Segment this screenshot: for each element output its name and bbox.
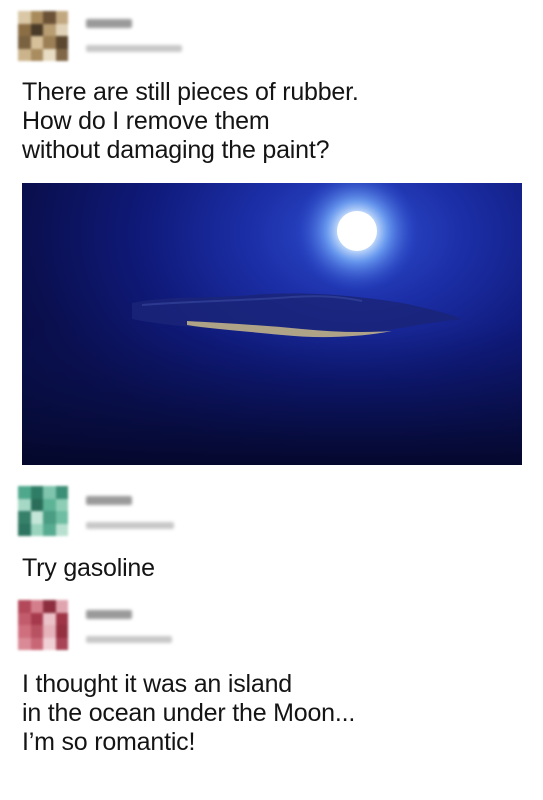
blurred-author-meta[interactable] <box>78 486 198 536</box>
avatar-pixel <box>55 600 68 613</box>
avatar-pixel <box>30 523 44 536</box>
post-question: There are still pieces of rubber. How do… <box>0 0 543 470</box>
moon <box>337 211 377 251</box>
avatar-pixel <box>43 36 56 49</box>
avatar-pixel <box>43 612 56 626</box>
comment-header <box>18 486 218 536</box>
avatar-pixel <box>55 23 68 37</box>
avatar-pixel <box>18 36 31 49</box>
avatar-pixel <box>30 612 44 626</box>
avatar-pixel <box>55 11 68 24</box>
avatar-pixel <box>18 637 31 650</box>
avatar-pixel <box>55 637 68 650</box>
author-name <box>86 19 132 28</box>
avatar-pixel <box>30 637 44 650</box>
post-reply-gasoline: Try gasoline <box>0 470 543 590</box>
avatar-pixel <box>43 11 56 24</box>
comment-date <box>86 522 174 529</box>
avatar-pixel <box>55 523 68 536</box>
avatar-pixel <box>18 612 31 626</box>
comment-date <box>86 636 172 643</box>
avatar-pixel <box>30 48 44 61</box>
avatar-pixel <box>30 23 44 37</box>
comment-text: Try gasoline <box>22 554 155 582</box>
avatar-pixel <box>43 486 56 499</box>
post-reply-romantic: I thought it was an island in the ocean … <box>0 590 543 800</box>
avatar-pixel <box>43 511 56 524</box>
author-name <box>86 496 132 505</box>
avatar-pixel <box>55 486 68 499</box>
avatar-pixel <box>18 11 31 24</box>
blurred-author-meta[interactable] <box>78 11 198 61</box>
avatar-pixel <box>18 23 31 37</box>
avatar-pixel <box>18 523 31 536</box>
avatar-pixel <box>43 523 56 536</box>
avatar[interactable] <box>18 600 68 650</box>
blurred-author-meta[interactable] <box>78 600 198 650</box>
avatar-pixel <box>55 36 68 49</box>
avatar-pixel <box>30 600 44 613</box>
avatar-pixel <box>30 486 44 499</box>
comment-header <box>18 11 218 61</box>
author-name <box>86 610 132 619</box>
avatar-pixel <box>30 36 44 49</box>
avatar-pixel <box>43 498 56 512</box>
avatar-pixel <box>18 511 31 524</box>
avatar-pixel <box>55 612 68 626</box>
avatar[interactable] <box>18 486 68 536</box>
avatar-pixel <box>43 600 56 613</box>
avatar-pixel <box>30 498 44 512</box>
moon-over-car-hood-image <box>22 183 522 465</box>
comment-header <box>18 600 218 650</box>
avatar-pixel <box>55 511 68 524</box>
avatar-pixel <box>30 511 44 524</box>
avatar-pixel <box>55 625 68 638</box>
comment-text: I thought it was an island in the ocean … <box>22 670 356 756</box>
avatar-pixel <box>43 23 56 37</box>
attached-photo[interactable] <box>22 183 522 465</box>
avatar-pixel <box>43 637 56 650</box>
avatar-pixel <box>30 625 44 638</box>
avatar-pixel <box>18 498 31 512</box>
avatar-pixel <box>18 625 31 638</box>
comment-date <box>86 45 182 52</box>
comment-text: There are still pieces of rubber. How do… <box>22 78 359 164</box>
avatar-pixel <box>30 11 44 24</box>
avatar-pixel <box>18 48 31 61</box>
avatar-pixel <box>18 486 31 499</box>
avatar-pixel <box>43 48 56 61</box>
avatar[interactable] <box>18 11 68 61</box>
avatar-pixel <box>55 498 68 512</box>
avatar-pixel <box>18 600 31 613</box>
avatar-pixel <box>43 625 56 638</box>
avatar-pixel <box>55 48 68 61</box>
